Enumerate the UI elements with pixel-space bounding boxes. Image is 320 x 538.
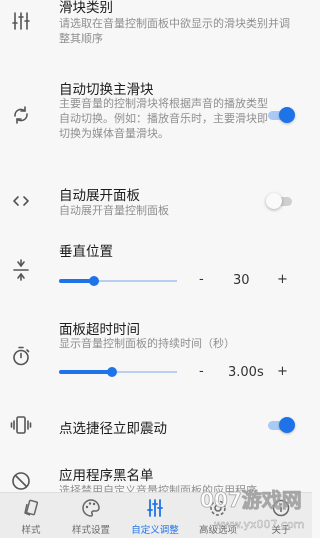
- setting-slider-types[interactable]: 滑块类别 请选取在音量控制面板中欲显示的滑块类别并调整其顺序: [0, 0, 312, 60]
- auto-expand-toggle[interactable]: [266, 190, 296, 212]
- vertical-position-minus-button[interactable]: -: [199, 272, 204, 287]
- setting-vibrate[interactable]: 点选捷径立即震动: [0, 408, 312, 444]
- nav-label: 自定义调整: [131, 525, 179, 536]
- timer-icon: [10, 345, 32, 367]
- setting-title: 点选捷径立即震动: [59, 421, 167, 437]
- code-brackets-icon: [10, 190, 32, 212]
- block-icon: [10, 470, 32, 492]
- setting-description: 自动展开音量控制面板: [59, 204, 169, 217]
- toggle-knob: [279, 417, 295, 433]
- vibrate-icon: [10, 414, 32, 436]
- vertical-position-slider[interactable]: [59, 273, 177, 289]
- watermark-line2: www.yx007.com: [214, 518, 304, 531]
- sync-icon: [10, 104, 32, 126]
- panel-timeout-minus-button[interactable]: -: [199, 364, 204, 379]
- sliders-icon: [10, 10, 32, 32]
- vertical-align-icon: [10, 259, 32, 281]
- nav-item-style-settings[interactable]: 样式设置: [60, 493, 122, 538]
- setting-title: 自动展开面板: [59, 188, 140, 204]
- vibrate-toggle[interactable]: [266, 414, 296, 436]
- style-icon: [21, 498, 41, 518]
- palette-icon: [81, 498, 101, 518]
- vertical-position-value: 30: [233, 273, 250, 288]
- watermark-logo: 007游戏网 www.yx007.com: [196, 481, 312, 538]
- setting-vertical-position: 垂直位置 - 30 +: [0, 236, 312, 298]
- setting-title: 应用程序黑名单: [59, 468, 154, 484]
- setting-auto-switch[interactable]: 自动切换主滑块 主要音量的控制滑块将根据声音的播放类型自动切换。例如：播放音乐时…: [0, 70, 312, 162]
- nav-item-style[interactable]: 样式: [0, 493, 62, 538]
- nav-item-custom-tuning[interactable]: 自定义调整: [124, 493, 186, 538]
- setting-title: 滑块类别: [59, 0, 113, 16]
- toggle-knob: [266, 193, 282, 209]
- setting-title: 自动切换主滑块: [59, 82, 154, 98]
- nav-label: 样式设置: [71, 525, 110, 536]
- panel-timeout-value: 3.00s: [228, 365, 264, 380]
- setting-description: 主要音量的控制滑块将根据声音的播放类型自动切换。例如：播放音乐时，主要滑块即切换…: [59, 97, 268, 140]
- auto-switch-toggle[interactable]: [266, 104, 296, 126]
- watermark-line1: 007游戏网: [200, 488, 302, 512]
- setting-title: 垂直位置: [59, 244, 113, 260]
- setting-description: 显示音量控制面板的持续时间（秒）: [59, 337, 235, 350]
- setting-panel-timeout: 面板超时时间 显示音量控制面板的持续时间（秒） - 3.00s +: [0, 312, 312, 392]
- tune-icon: [145, 498, 165, 518]
- setting-auto-expand[interactable]: 自动展开面板 自动展开音量控制面板: [0, 178, 312, 226]
- slider-thumb[interactable]: [107, 367, 118, 377]
- toggle-knob: [279, 107, 295, 123]
- panel-timeout-plus-button[interactable]: +: [277, 364, 288, 379]
- panel-timeout-slider[interactable]: [59, 364, 177, 380]
- nav-label: 样式: [21, 525, 41, 536]
- setting-description: 请选取在音量控制面板中欲显示的滑块类别并调整其顺序: [59, 17, 290, 45]
- setting-title: 面板超时时间: [59, 322, 140, 338]
- slider-fill: [59, 370, 113, 374]
- vertical-position-plus-button[interactable]: +: [277, 272, 288, 287]
- slider-thumb[interactable]: [89, 276, 100, 286]
